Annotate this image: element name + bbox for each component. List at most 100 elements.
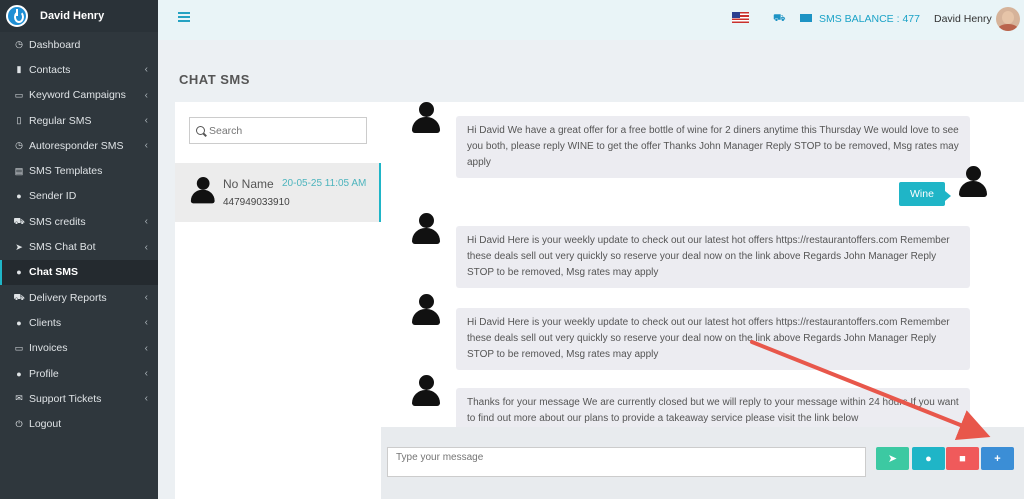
chevron-left-icon[interactable]: ‹ [145, 242, 148, 253]
search-icon [196, 126, 205, 135]
sidebar-item-label: Regular SMS [29, 114, 92, 127]
sidebar-item-label: Dashboard [29, 38, 81, 51]
power-icon: ⏻ [15, 418, 23, 429]
chevron-left-icon[interactable]: ‹ [145, 343, 148, 354]
send-button[interactable]: ➤ [876, 447, 909, 470]
sidebar-item-label: SMS Chat Bot [29, 241, 96, 254]
sender-avatar-icon [411, 102, 441, 134]
chevron-left-icon[interactable]: ‹ [145, 90, 148, 101]
app-window: David Henry ◷ Dashboard ▮ Contacts ‹ ▭ Keyword… [0, 0, 1024, 499]
chevron-left-icon[interactable]: ‹ [145, 216, 148, 227]
brand: David Henry [0, 0, 158, 32]
user-icon: ● [16, 191, 22, 202]
menu-toggle-icon[interactable] [178, 12, 190, 22]
brand-name: David Henry [40, 10, 105, 22]
sidebar-item-label: Clients [29, 316, 62, 329]
sidebar-item-clients[interactable]: ● Clients ‹ [0, 310, 158, 335]
contact-number: 447949033910 [223, 197, 290, 208]
mobile-icon: ▯ [16, 115, 22, 126]
sms-balance[interactable]: SMS BALANCE : 477 [819, 13, 920, 25]
chevron-left-icon[interactable]: ‹ [145, 292, 148, 303]
chevron-left-icon[interactable]: ‹ [145, 317, 148, 328]
sidebar-menu: ◷ Dashboard ▮ Contacts ‹ ▭ Keyword Campaigns ‹ ▯… [0, 32, 158, 437]
contact-avatar-icon [190, 177, 216, 204]
page-title: CHAT SMS [179, 72, 250, 87]
sidebar-item-dashboard[interactable]: ◷ Dashboard [0, 32, 158, 57]
sidebar-item-label: Chat SMS [29, 266, 79, 279]
add-button[interactable]: + [981, 447, 1014, 470]
contact-list-item[interactable]: No Name 20-05-25 11:05 AM 447949033910 [175, 163, 381, 222]
sidebar-item-autoresponder-sms[interactable]: ◷ Autoresponder SMS ‹ [0, 133, 158, 158]
message-input[interactable] [387, 447, 866, 477]
chevron-left-icon[interactable]: ‹ [145, 64, 148, 75]
credit-card-icon: ▭ [14, 342, 24, 353]
chat-icon: ● [16, 267, 22, 278]
me-avatar-icon [958, 166, 988, 198]
incoming-message: Thanks for your message We are currently… [456, 388, 970, 427]
sidebar-item-chat-sms[interactable]: ● Chat SMS [0, 259, 158, 285]
sidebar-item-label: SMS credits [29, 215, 86, 228]
envelope-icon[interactable] [800, 14, 812, 22]
chevron-left-icon[interactable]: ‹ [145, 393, 148, 404]
sidebar-item-sms-chat-bot[interactable]: ➤ SMS Chat Bot ‹ [0, 234, 158, 259]
clock-icon: ◷ [15, 140, 23, 151]
chat-thread[interactable]: Hi David We have a great offer for a fre… [381, 102, 1024, 427]
sidebar-item-profile[interactable]: ● Profile ‹ [0, 361, 158, 386]
delete-button[interactable]: ■ [946, 447, 979, 470]
sidebar-item-logout[interactable]: ⏻ Logout [0, 411, 158, 436]
sidebar-item-label: Invoices [29, 342, 68, 355]
incoming-message: Hi David Here is your weekly update to c… [456, 226, 970, 288]
sidebar-item-label: Support Tickets [29, 392, 102, 405]
cart-icon: ⛟ [13, 215, 25, 226]
sidebar-item-invoices[interactable]: ▭ Invoices ‹ [0, 336, 158, 361]
template-icon: ▤ [14, 165, 24, 176]
envelope-icon: ✉ [15, 393, 23, 404]
user-icon: ● [16, 368, 22, 379]
incoming-message: Hi David Here is your weekly update to c… [456, 308, 970, 370]
sidebar-item-label: Sender ID [29, 190, 77, 203]
cart-icon[interactable]: ⛟ [773, 13, 786, 26]
sidebar-item-contacts[interactable]: ▮ Contacts ‹ [0, 57, 158, 82]
sidebar-item-label: Keyword Campaigns [29, 89, 126, 102]
keyboard-icon: ▭ [14, 89, 24, 100]
cart-icon: ⛟ [13, 291, 25, 302]
paper-plane-icon: ➤ [15, 241, 23, 252]
outgoing-message: Wine [899, 182, 951, 206]
topbar: ⛟ SMS BALANCE : 477 David Henry [158, 0, 1024, 40]
chevron-left-icon[interactable]: ‹ [145, 140, 148, 151]
contacts-panel: No Name 20-05-25 11:05 AM 447949033910 [175, 102, 381, 499]
sidebar-item-sms-credits[interactable]: ⛟ SMS credits ‹ [0, 209, 158, 234]
sidebar-item-label: Autoresponder SMS [29, 139, 124, 152]
sender-avatar-icon [411, 375, 441, 407]
user-icon: ● [16, 317, 22, 328]
book-icon: ▮ [16, 64, 22, 75]
sender-avatar-icon [411, 294, 441, 326]
sidebar-item-sms-templates[interactable]: ▤ SMS Templates [0, 158, 158, 183]
contact-name: No Name [223, 177, 274, 191]
sidebar-item-keyword-campaigns[interactable]: ▭ Keyword Campaigns ‹ [0, 83, 158, 108]
contact-time: 20-05-25 11:05 AM [282, 178, 367, 189]
chevron-left-icon[interactable]: ‹ [145, 115, 148, 126]
us-flag-icon[interactable] [732, 12, 749, 23]
sidebar-item-label: Profile [29, 367, 59, 380]
power-logo-icon [6, 5, 28, 27]
sidebar: David Henry ◷ Dashboard ▮ Contacts ‹ ▭ Keyword… [0, 0, 158, 499]
sidebar-item-label: SMS Templates [29, 165, 103, 178]
sidebar-item-regular-sms[interactable]: ▯ Regular SMS ‹ [0, 108, 158, 133]
contact-button[interactable]: ● [912, 447, 945, 470]
composer: ➤ ● ■ + [381, 427, 1024, 499]
sidebar-item-support-tickets[interactable]: ✉ Support Tickets ‹ [0, 386, 158, 411]
search-box[interactable] [189, 117, 367, 144]
chevron-left-icon[interactable]: ‹ [145, 368, 148, 379]
sidebar-item-label: Contacts [29, 63, 71, 76]
user-name[interactable]: David Henry [934, 13, 992, 25]
sidebar-item-label: Delivery Reports [29, 291, 107, 304]
sender-avatar-icon [411, 213, 441, 245]
incoming-message: Hi David We have a great offer for a fre… [456, 116, 970, 178]
dashboard-icon: ◷ [15, 39, 23, 50]
user-avatar[interactable] [996, 7, 1020, 31]
search-input[interactable] [209, 124, 359, 137]
sidebar-item-label: Logout [29, 418, 62, 431]
sidebar-item-delivery-reports[interactable]: ⛟ Delivery Reports ‹ [0, 285, 158, 310]
sidebar-item-sender-id[interactable]: ● Sender ID [0, 184, 158, 209]
